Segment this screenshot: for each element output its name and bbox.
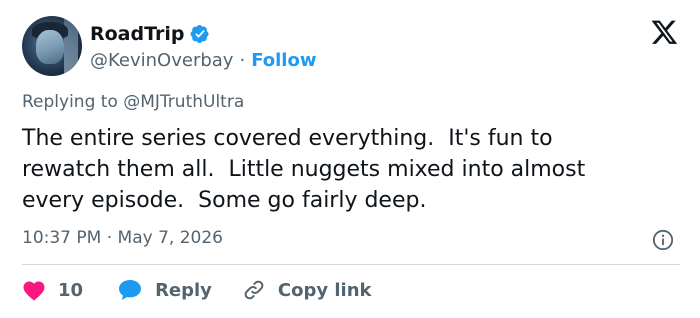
heart-icon	[23, 281, 45, 301]
info-icon[interactable]	[652, 229, 674, 251]
copy-link-label: Copy link	[277, 279, 372, 301]
reply-label: Reply	[155, 279, 212, 301]
like-count: 10	[58, 279, 84, 301]
avatar[interactable]	[22, 16, 82, 76]
author-handle[interactable]: @KevinOverbay	[90, 50, 233, 71]
author-handle-row: @KevinOverbay · Follow	[90, 47, 316, 73]
replying-to-label: Replying to @MJTruthUltra	[22, 92, 245, 112]
author-display-name[interactable]: RoadTrip	[90, 23, 184, 45]
link-icon	[244, 280, 264, 300]
verified-badge-icon	[191, 25, 210, 43]
tweet-timestamp[interactable]: 10:37 PM · May 7, 2026	[22, 228, 223, 248]
separator-dot: ·	[239, 49, 246, 71]
tweet-text: The entire series covered everything. It…	[22, 126, 586, 213]
copy-link-button[interactable]: Copy link	[242, 278, 372, 302]
like-button[interactable]: 10	[22, 279, 83, 301]
follow-button[interactable]: Follow	[251, 50, 316, 71]
author-name-row: RoadTrip	[90, 21, 210, 47]
action-bar: 10 Reply Copy link	[22, 274, 372, 306]
x-logo-icon[interactable]	[650, 18, 679, 46]
avatar-face	[36, 30, 64, 64]
reply-button[interactable]: Reply	[117, 278, 212, 302]
avatar-background	[64, 16, 78, 76]
divider	[22, 264, 680, 265]
speech-bubble-icon	[119, 280, 142, 300]
